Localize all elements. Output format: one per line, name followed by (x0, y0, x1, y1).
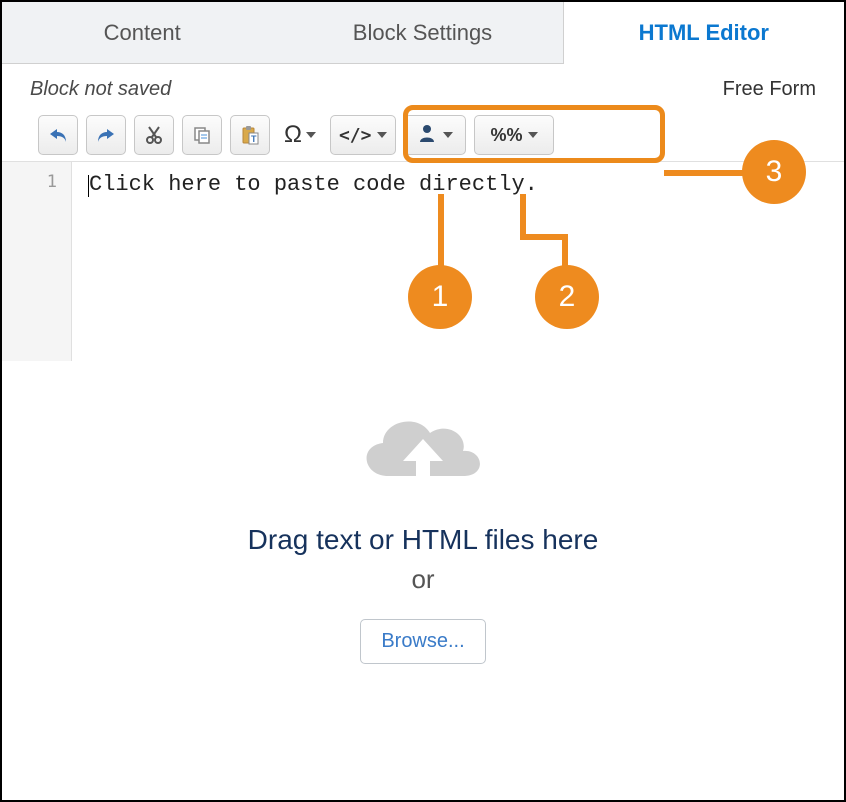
code-input[interactable]: Click here to paste code directly. (72, 162, 844, 361)
omega-icon: Ω (284, 121, 302, 149)
browse-button[interactable]: Browse... (360, 619, 485, 664)
annotation-connector-3 (664, 170, 746, 176)
code-icon: </> (339, 125, 372, 146)
tab-html-editor[interactable]: HTML Editor (563, 2, 844, 64)
annotation-connector-2 (520, 194, 526, 238)
redo-button[interactable] (86, 115, 126, 155)
annotation-connector-2b (520, 234, 566, 240)
toolbar: T Ω </> %% (2, 109, 844, 161)
annotation-callout-3: 3 (742, 140, 806, 204)
status-bar: Block not saved Free Form (2, 64, 844, 109)
tab-content[interactable]: Content (2, 2, 282, 64)
annotation-callout-1: 1 (408, 265, 472, 329)
insert-variable-button[interactable]: %% (474, 115, 554, 155)
tab-block-settings[interactable]: Block Settings (282, 2, 562, 64)
cloud-upload-icon (348, 391, 498, 501)
status-free-form: Free Form (723, 78, 816, 101)
chevron-down-icon (528, 132, 538, 138)
annotation-connector-1 (438, 194, 444, 268)
undo-button[interactable] (38, 115, 78, 155)
chevron-down-icon (443, 132, 453, 138)
person-icon (417, 123, 437, 148)
copy-button[interactable] (182, 115, 222, 155)
placeholder-text: Click here to paste code directly. (89, 172, 538, 197)
dropzone-or: or (2, 564, 844, 595)
status-not-saved: Block not saved (30, 78, 171, 101)
paste-button[interactable]: T (230, 115, 270, 155)
tab-bar: Content Block Settings HTML Editor (2, 2, 844, 64)
line-gutter: 1 (2, 162, 72, 361)
svg-text:T: T (251, 134, 257, 144)
cut-button[interactable] (134, 115, 174, 155)
chevron-down-icon (306, 132, 316, 138)
percent-icon: %% (490, 125, 522, 146)
insert-personalization-button[interactable] (404, 115, 466, 155)
code-editor[interactable]: 1 Click here to paste code directly. (2, 161, 844, 361)
line-number: 1 (2, 172, 57, 192)
insert-code-button[interactable]: </> (330, 115, 397, 155)
chevron-down-icon (377, 132, 387, 138)
annotation-callout-2: 2 (535, 265, 599, 329)
dropzone[interactable]: Drag text or HTML files here or Browse..… (2, 361, 844, 664)
special-char-button[interactable]: Ω (278, 115, 322, 155)
dropzone-title: Drag text or HTML files here (2, 524, 844, 556)
